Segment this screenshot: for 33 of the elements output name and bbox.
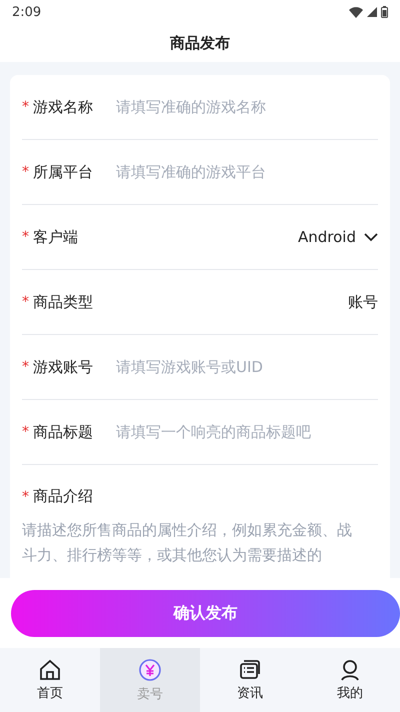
page-title: 商品发布: [170, 34, 230, 52]
news-icon: [238, 658, 262, 682]
signal-icon: [367, 7, 377, 17]
nav-tab[interactable]: 资讯: [200, 648, 300, 712]
field-label: 游戏账号: [33, 358, 93, 376]
field-label: 商品标题: [33, 422, 93, 442]
required-mark: *: [22, 424, 29, 440]
required-mark: *: [22, 229, 29, 245]
yuan-bubble-icon: [137, 657, 163, 683]
input-field[interactable]: 请填写游戏账号或UID: [116, 358, 378, 376]
home-icon: [38, 658, 62, 682]
field-label: 商品介绍: [33, 487, 93, 506]
required-mark: *: [22, 164, 29, 180]
nav-tab[interactable]: 我的: [300, 648, 400, 712]
submit-button[interactable]: 确认发布: [11, 590, 400, 636]
wifi-icon: [349, 6, 363, 18]
required-mark: *: [22, 488, 29, 504]
input-field[interactable]: 请填写准确的游戏名称: [116, 98, 378, 116]
nav-tab[interactable]: 首页: [0, 648, 100, 712]
input-field[interactable]: 请填写一个响亮的商品标题吧: [116, 423, 378, 441]
required-mark: *: [22, 99, 29, 115]
field-label: 游戏名称: [33, 98, 93, 116]
field-label: 所属平台: [33, 162, 93, 182]
field-value: 账号: [348, 292, 378, 312]
battery-icon: [381, 6, 388, 18]
input-field[interactable]: 请填写准确的游戏平台: [116, 163, 378, 181]
required-mark: *: [22, 294, 29, 310]
status-time: 2:09: [12, 4, 42, 20]
field-label: 客户端: [33, 228, 78, 246]
field-label: 商品类型: [33, 292, 93, 312]
required-mark: *: [22, 359, 29, 375]
client-dropdown[interactable]: Android: [298, 228, 378, 246]
chevron-down-icon: [364, 232, 378, 242]
